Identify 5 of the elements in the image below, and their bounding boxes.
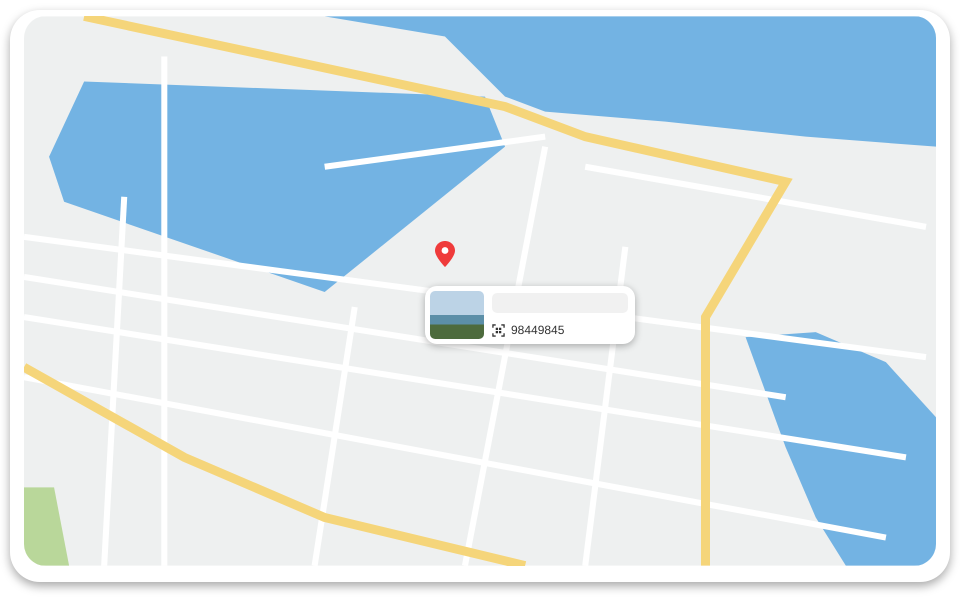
place-popup[interactable]: 98449845 bbox=[425, 286, 635, 344]
code-text: 98449845 bbox=[511, 323, 564, 337]
map-pin-icon[interactable] bbox=[435, 241, 455, 267]
qr-code-icon bbox=[492, 324, 505, 336]
photo-placeholder bbox=[430, 291, 484, 339]
